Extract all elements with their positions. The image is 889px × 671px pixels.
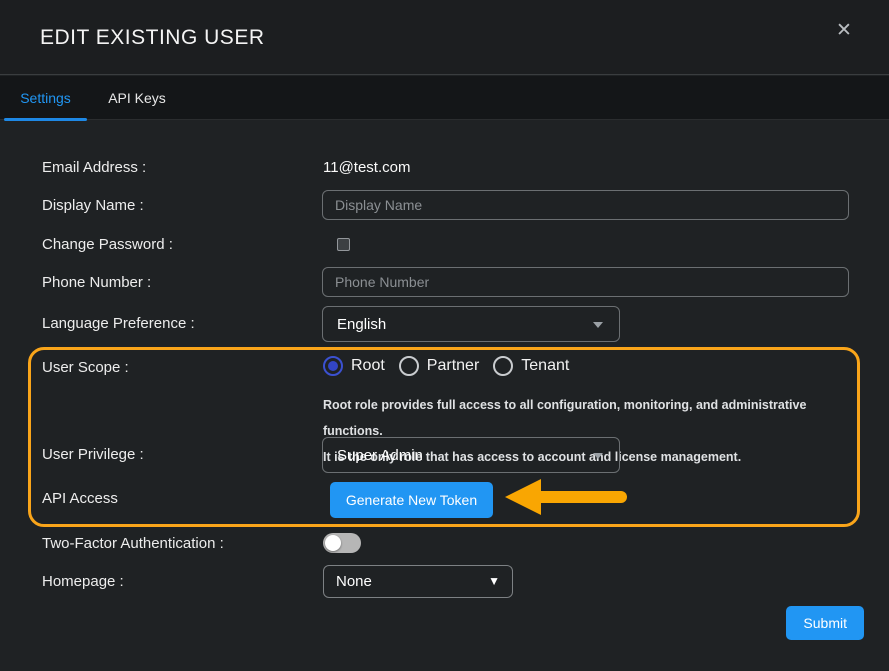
highlight-arrow-icon: [505, 479, 541, 515]
two-factor-label: Two-Factor Authentication :: [42, 535, 224, 552]
radio-option-tenant[interactable]: Tenant: [493, 356, 569, 376]
user-privilege-dropdown-value: Super Admin: [337, 447, 423, 464]
phone-label: Phone Number :: [42, 274, 151, 291]
edit-user-modal: EDIT EXISTING USER ✕ Settings API Keys E…: [0, 0, 889, 671]
generate-new-token-button[interactable]: Generate New Token: [330, 482, 493, 518]
highlight-arrow-shaft: [540, 491, 627, 503]
chevron-down-icon: [593, 322, 603, 328]
close-icon[interactable]: ✕: [831, 18, 857, 44]
phone-input[interactable]: [322, 267, 849, 297]
user-privilege-dropdown[interactable]: Super Admin: [322, 437, 620, 473]
modal-title: EDIT EXISTING USER: [40, 26, 265, 50]
modal-header: EDIT EXISTING USER ✕: [0, 0, 889, 75]
radio-option-root[interactable]: Root: [323, 356, 385, 376]
radio-label-root: Root: [351, 357, 385, 375]
radio-unselected-icon: [493, 356, 513, 376]
submit-button[interactable]: Submit: [786, 606, 864, 640]
api-access-label: API Access: [42, 490, 118, 507]
select-caret-icon: ▼: [488, 574, 500, 588]
language-dropdown-value: English: [337, 316, 386, 333]
radio-label-tenant: Tenant: [521, 357, 569, 375]
email-label: Email Address :: [42, 159, 146, 176]
tab-api-keys[interactable]: API Keys: [91, 76, 183, 120]
display-name-label: Display Name :: [42, 197, 144, 214]
radio-label-partner: Partner: [427, 357, 479, 375]
user-privilege-label: User Privilege :: [42, 446, 144, 463]
chevron-down-icon: [593, 453, 603, 459]
radio-option-partner[interactable]: Partner: [399, 356, 479, 376]
tab-settings[interactable]: Settings: [0, 76, 91, 120]
language-dropdown[interactable]: English: [322, 306, 620, 342]
toggle-knob: [325, 535, 341, 551]
homepage-select-value: None: [336, 573, 372, 590]
display-name-input[interactable]: [322, 190, 849, 220]
user-scope-radio-group: Root Partner Tenant: [323, 356, 569, 376]
homepage-label: Homepage :: [42, 573, 124, 590]
homepage-select[interactable]: None ▼: [323, 565, 513, 598]
change-password-label: Change Password :: [42, 236, 173, 253]
email-value: 11@test.com: [323, 159, 410, 176]
two-factor-toggle[interactable]: [323, 533, 361, 553]
user-scope-label: User Scope :: [42, 359, 129, 376]
tab-bar: Settings API Keys: [0, 76, 889, 120]
language-label: Language Preference :: [42, 315, 195, 332]
radio-selected-icon: [323, 356, 343, 376]
change-password-checkbox[interactable]: [337, 238, 350, 251]
radio-unselected-icon: [399, 356, 419, 376]
